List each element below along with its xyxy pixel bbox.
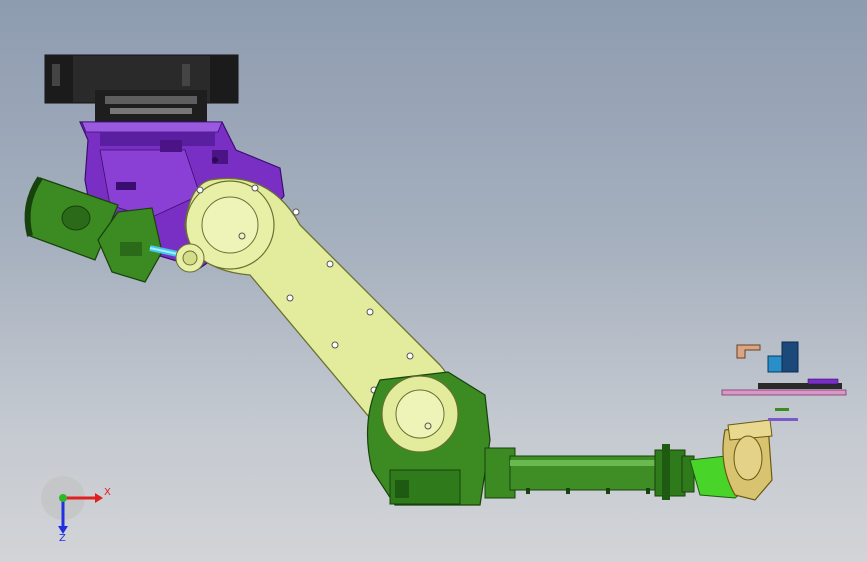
robot-model-scene[interactable] bbox=[0, 0, 867, 562]
cad-viewport[interactable]: X Z bbox=[0, 0, 867, 562]
forearm-tube[interactable] bbox=[484, 444, 695, 500]
wrist-joint[interactable] bbox=[689, 419, 773, 501]
loose-part-dark-plate[interactable] bbox=[758, 378, 842, 389]
axis-x-label: X bbox=[104, 487, 111, 498]
loose-part-green-strip[interactable] bbox=[775, 408, 789, 411]
axis-z-label: Z bbox=[59, 533, 66, 544]
loose-part-pink-plate[interactable] bbox=[721, 389, 847, 396]
loose-part-blue-block[interactable] bbox=[767, 341, 799, 373]
robot-base-mount[interactable] bbox=[44, 54, 239, 122]
elbow-housing[interactable] bbox=[366, 371, 491, 506]
loose-part-tan-bracket[interactable] bbox=[736, 344, 761, 359]
loose-part-purple-strip[interactable] bbox=[768, 418, 798, 421]
coordinate-triad-icon bbox=[41, 476, 103, 534]
